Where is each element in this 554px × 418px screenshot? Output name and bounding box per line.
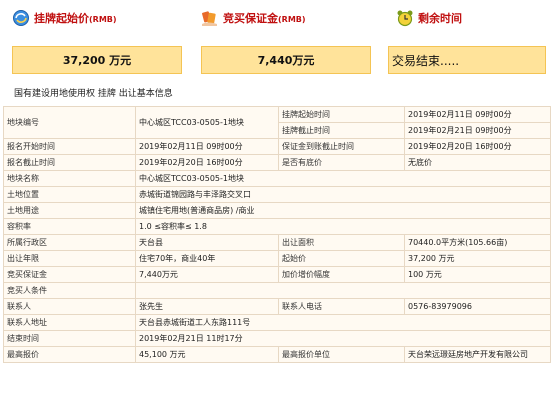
contact-phone-label: 联系人电话 <box>278 298 405 315</box>
term-label: 出让年限 <box>3 250 136 267</box>
increment-label: 加价增价幅度 <box>278 266 405 283</box>
plot-name-value: 中心城区TCC03-0505-1地块 <box>135 170 551 187</box>
table-row: 报名开始时间 2019年02月11日 09时00分 保证金到账截止时间 2019… <box>3 138 551 155</box>
refresh-globe-icon <box>12 9 30 27</box>
list-end-label: 挂牌截止时间 <box>278 122 405 139</box>
start-price-panel: 挂牌起始价(RMB) 37,200 万元 <box>12 6 182 74</box>
table-row: 地块编号 中心城区TCC03-0505-1地块 挂牌起始时间 2019年02月1… <box>3 106 551 139</box>
table-row: 最高报价 45,100 万元 最高报价单位 天台荣远璟廷房地产开发有限公司 <box>3 346 551 363</box>
remaining-time-title: 剩余时间 <box>388 6 546 30</box>
reg-end-label: 报名截止时间 <box>3 154 136 171</box>
start-price-label: 挂牌起始价 <box>34 12 89 25</box>
district-label: 所属行政区 <box>3 234 136 251</box>
bidder-conditions-value <box>135 282 551 299</box>
reg-start-value: 2019年02月11日 09时00分 <box>135 138 279 155</box>
land-use-value: 城镇住宅用地(普通商品房) /商业 <box>135 202 551 219</box>
location-value: 赤城街道锦园路与丰泽路交叉口 <box>135 186 551 203</box>
start-price-currency: (RMB) <box>89 15 117 24</box>
end-time-label: 结束时间 <box>3 330 136 347</box>
deposit-title: 竞买保证金(RMB) <box>201 6 371 30</box>
table-row: 联系人 张先生 联系人电话 0576-83979096 <box>3 298 551 315</box>
plot-no-value: 中心城区TCC03-0505-1地块 <box>135 106 279 139</box>
table-row: 容积率 1.0 ≤容积率≤ 1.8 <box>3 218 551 235</box>
table-row: 竞买保证金 7,440万元 加价增价幅度 100 万元 <box>3 266 551 283</box>
section-title: 国有建设用地使用权 挂牌 出让基本信息 <box>14 89 173 99</box>
highest-bidder-value: 天台荣远璟廷房地产开发有限公司 <box>404 346 551 363</box>
end-time-value: 2019年02月21日 11时17分 <box>135 330 551 347</box>
money-hand-icon <box>201 9 219 27</box>
start-price-value: 37,200 万元 <box>12 46 182 74</box>
contact-address-label: 联系人地址 <box>3 314 136 331</box>
contact-address-value: 天台县赤城街道工人东路111号 <box>135 314 551 331</box>
land-use-label: 土地用途 <box>3 202 136 219</box>
plot-ratio-value: 1.0 ≤容积率≤ 1.8 <box>135 218 551 235</box>
table-row: 结束时间 2019年02月21日 11时17分 <box>3 330 551 347</box>
plot-ratio-label: 容积率 <box>3 218 136 235</box>
land-info-table: 地块编号 中心城区TCC03-0505-1地块 挂牌起始时间 2019年02月1… <box>3 106 551 363</box>
plot-name-label: 地块名称 <box>3 170 136 187</box>
bid-deposit-label: 竞买保证金 <box>3 266 136 283</box>
highest-bidder-label: 最高报价单位 <box>278 346 405 363</box>
auction-summary-header: 挂牌起始价(RMB) 37,200 万元 竞买保证金(RMB) 7,440万元 <box>0 0 554 80</box>
remaining-time-value: 交易结束..... <box>388 46 546 74</box>
contact-phone-value: 0576-83979096 <box>404 298 551 315</box>
term-value: 住宅70年，商业40年 <box>135 250 279 267</box>
area-label: 出让面积 <box>278 234 405 251</box>
reg-start-label: 报名开始时间 <box>3 138 136 155</box>
contact-value: 张先生 <box>135 298 279 315</box>
reg-end-value: 2019年02月20日 16时00分 <box>135 154 279 171</box>
bid-deposit-value: 7,440万元 <box>135 266 279 283</box>
table-row: 所属行政区 天台县 出让面积 70440.0平方米(105.66亩) <box>3 234 551 251</box>
list-start-label: 挂牌起始时间 <box>278 106 405 123</box>
reserve-price-label: 是否有底价 <box>278 154 405 171</box>
list-end-value: 2019年02月21日 09时00分 <box>404 122 551 139</box>
plot-no-label: 地块编号 <box>3 106 136 139</box>
deposit-deadline-label: 保证金到账截止时间 <box>278 138 405 155</box>
district-value: 天台县 <box>135 234 279 251</box>
table-row: 土地位置 赤城街道锦园路与丰泽路交叉口 <box>3 186 551 203</box>
start-price-title: 挂牌起始价(RMB) <box>12 6 182 30</box>
table-row: 地块名称 中心城区TCC03-0505-1地块 <box>3 170 551 187</box>
contact-label: 联系人 <box>3 298 136 315</box>
deposit-value: 7,440万元 <box>201 46 371 74</box>
highest-bid-label: 最高报价 <box>3 346 136 363</box>
table-row: 出让年限 住宅70年，商业40年 起始价 37,200 万元 <box>3 250 551 267</box>
deposit-panel: 竞买保证金(RMB) 7,440万元 <box>201 6 371 74</box>
deposit-label: 竞买保证金 <box>223 12 278 25</box>
list-start-value: 2019年02月11日 09时00分 <box>404 106 551 123</box>
starting-price-value: 37,200 万元 <box>404 250 551 267</box>
table-row: 报名截止时间 2019年02月20日 16时00分 是否有底价 无底价 <box>3 154 551 171</box>
remaining-time-label: 剩余时间 <box>418 12 462 25</box>
table-row: 土地用途 城镇住宅用地(普通商品房) /商业 <box>3 202 551 219</box>
reserve-price-value: 无底价 <box>404 154 551 171</box>
deposit-currency: (RMB) <box>278 15 306 24</box>
alarm-clock-icon <box>396 9 414 27</box>
starting-price-label: 起始价 <box>278 250 405 267</box>
bidder-conditions-label: 竞买人条件 <box>3 282 136 299</box>
increment-value: 100 万元 <box>404 266 551 283</box>
table-row: 竞买人条件 <box>3 282 551 299</box>
deposit-deadline-value: 2019年02月20日 16时00分 <box>404 138 551 155</box>
remaining-time-panel: 剩余时间 交易结束..... <box>388 6 546 74</box>
highest-bid-value: 45,100 万元 <box>135 346 279 363</box>
location-label: 土地位置 <box>3 186 136 203</box>
table-row: 联系人地址 天台县赤城街道工人东路111号 <box>3 314 551 331</box>
area-value: 70440.0平方米(105.66亩) <box>404 234 551 251</box>
